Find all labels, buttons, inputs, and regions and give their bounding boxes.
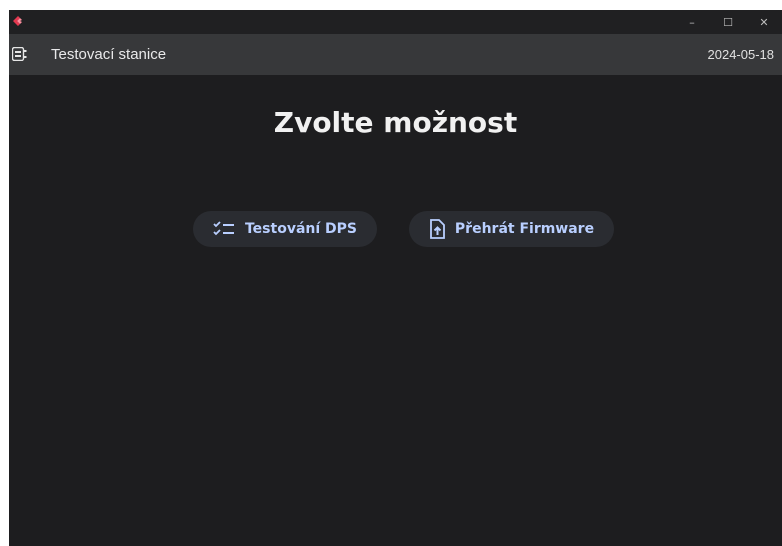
file-upload-icon (430, 219, 445, 239)
app-bar: Testovací stanice 2024-05-18 (9, 34, 782, 75)
minimize-button[interactable]: – (674, 10, 710, 34)
date-label: 2024-05-18 (707, 47, 775, 62)
checklist-icon (213, 221, 234, 236)
app-logo-icon (13, 16, 22, 26)
prehrat-firmware-label: Přehrát Firmware (454, 221, 595, 237)
page-heading: Zvolte možnost (273, 106, 518, 139)
close-button[interactable]: ✕ (746, 10, 782, 34)
prehrat-firmware-button[interactable]: Přehrát Firmware (409, 211, 614, 247)
app-title: Testovací stanice (51, 46, 167, 63)
window-controls: – ☐ ✕ (674, 10, 782, 34)
app-window: – ☐ ✕ Testovací stanice 2024-05-18 Zvolt… (9, 10, 782, 546)
window-titlebar: – ☐ ✕ (9, 10, 782, 34)
maximize-button[interactable]: ☐ (710, 10, 746, 34)
testovani-dps-label: Testování DPS (244, 221, 357, 237)
testovani-dps-button[interactable]: Testování DPS (193, 211, 377, 247)
board-icon[interactable] (12, 47, 27, 61)
